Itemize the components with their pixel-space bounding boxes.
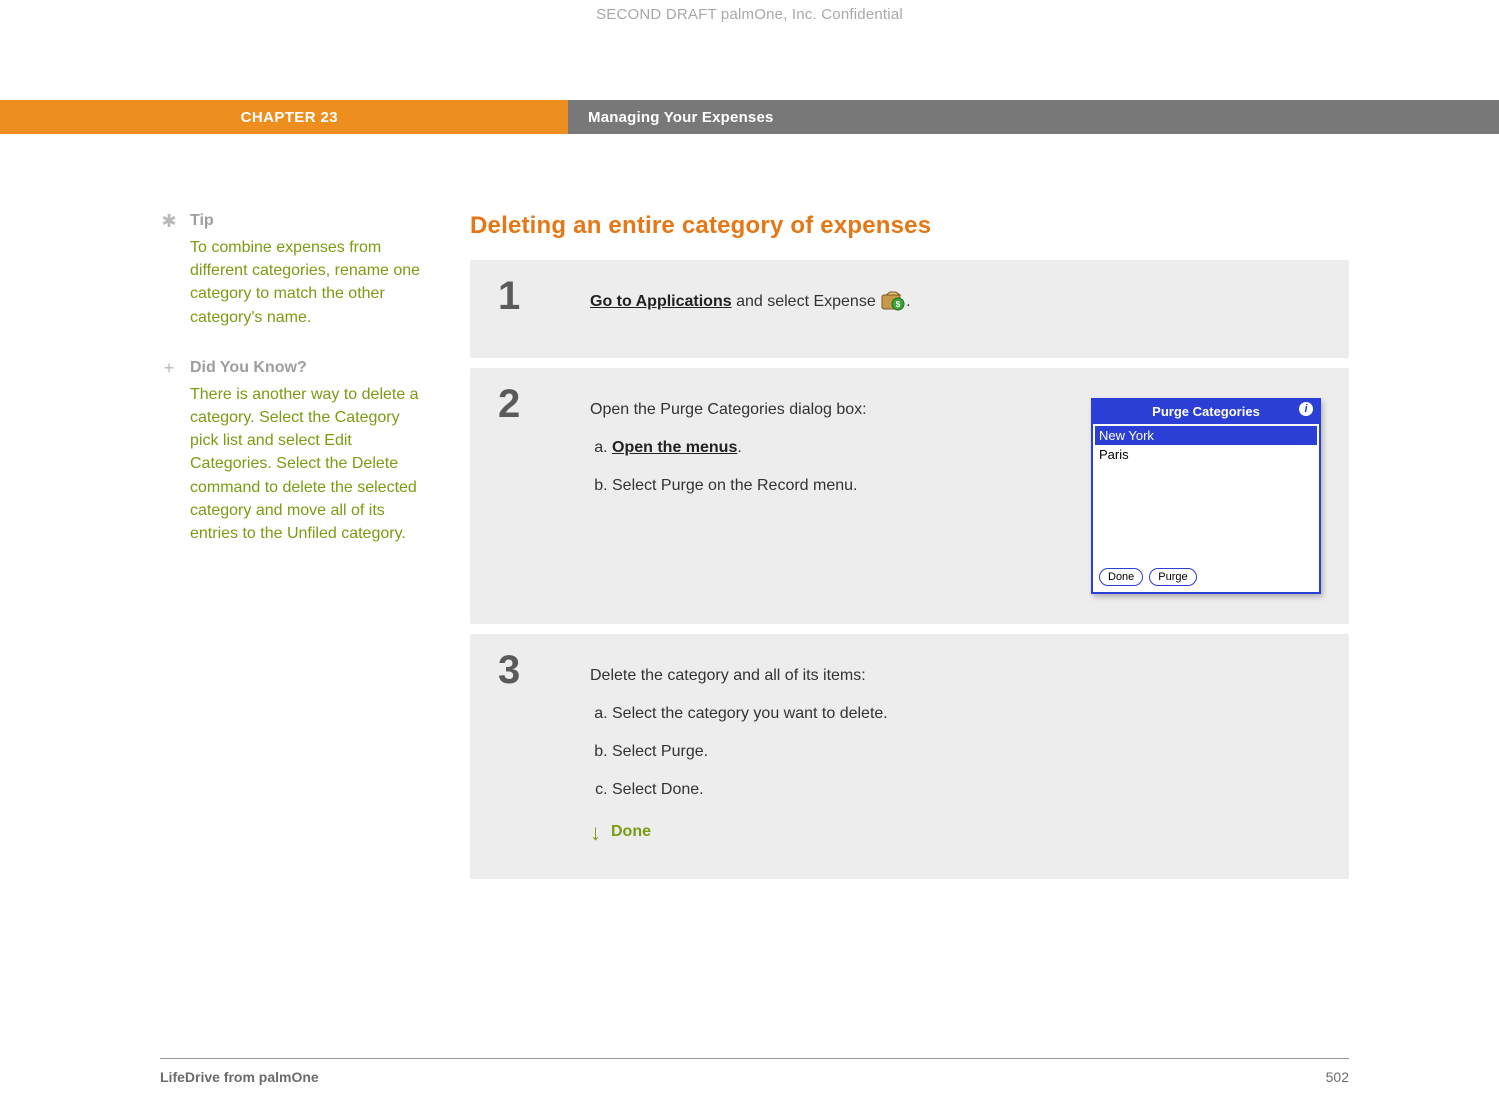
done-label: Done <box>611 820 651 844</box>
didyouknow-block: + Did You Know? There is another way to … <box>160 359 430 545</box>
page-number: 502 <box>1326 1069 1349 1085</box>
tip-label: Tip <box>190 212 214 230</box>
step-3-b: Select Purge. <box>612 740 1321 764</box>
step-2: 2 Open the Purge Categories dialog box: … <box>470 368 1349 624</box>
go-to-applications-link[interactable]: Go to Applications <box>590 293 732 310</box>
chapter-label: CHAPTER 23 <box>241 109 338 126</box>
step-3-intro: Delete the category and all of its items… <box>590 664 1321 688</box>
didyouknow-label: Did You Know? <box>190 359 307 377</box>
page-footer: LifeDrive from palmOne 502 <box>160 1058 1349 1085</box>
info-icon: i <box>1299 402 1313 416</box>
step-3-c: Select Done. <box>612 778 1321 802</box>
step-3-text: Delete the category and all of its items… <box>590 664 1321 849</box>
section-title: Deleting an entire category of expenses <box>470 212 1349 240</box>
tip-block: ✱ Tip To combine expenses from different… <box>160 212 430 329</box>
step-1-period: . <box>906 293 910 310</box>
list-item[interactable]: Paris <box>1095 445 1317 465</box>
step-1-rest: and select Expense <box>732 293 881 310</box>
step-2-a-after: . <box>737 439 741 456</box>
tip-body: To combine expenses from different categ… <box>190 236 430 329</box>
step-number: 2 <box>470 368 590 624</box>
step-number: 3 <box>470 634 590 879</box>
palm-done-button[interactable]: Done <box>1099 568 1143 586</box>
step-1: 1 Go to Applications and select Expense … <box>470 260 1349 358</box>
svg-text:$: $ <box>896 300 901 309</box>
step-2-b: Select Purge on the Record menu. <box>612 474 1061 498</box>
step-1-text: Go to Applications and select Expense $ … <box>590 290 1321 328</box>
palm-category-list: New York Paris <box>1093 424 1319 564</box>
main-content: Deleting an entire category of expenses … <box>470 212 1349 1039</box>
draft-header: SECOND DRAFT palmOne, Inc. Confidential <box>0 6 1499 23</box>
asterisk-icon: ✱ <box>160 212 178 230</box>
banner-chapter: CHAPTER 23 <box>0 100 568 134</box>
chapter-title: Managing Your Expenses <box>588 109 774 126</box>
down-arrow-icon: ↓ <box>590 816 601 849</box>
expense-app-icon: $ <box>880 291 906 313</box>
palm-purge-button[interactable]: Purge <box>1149 568 1196 586</box>
step-2-text: Open the Purge Categories dialog box: Op… <box>590 398 1061 594</box>
plus-icon: + <box>160 359 178 377</box>
step-2-intro: Open the Purge Categories dialog box: <box>590 398 1061 422</box>
sidebar: ✱ Tip To combine expenses from different… <box>160 212 470 1039</box>
didyouknow-body: There is another way to delete a categor… <box>190 383 430 545</box>
palm-title-bar: Purge Categories i <box>1093 400 1319 424</box>
palm-screenshot: Purge Categories i New York Paris Done P… <box>1091 398 1321 594</box>
product-name: LifeDrive from palmOne <box>160 1069 319 1085</box>
list-item[interactable]: New York <box>1095 426 1317 446</box>
step-3-a: Select the category you want to delete. <box>612 702 1321 726</box>
open-the-menus-link[interactable]: Open the menus <box>612 439 737 456</box>
chapter-banner: CHAPTER 23 Managing Your Expenses <box>0 100 1499 134</box>
step-number: 1 <box>470 260 590 358</box>
palm-title-text: Purge Categories <box>1152 404 1260 419</box>
banner-title: Managing Your Expenses <box>568 100 1499 134</box>
step-3: 3 Delete the category and all of its ite… <box>470 634 1349 879</box>
